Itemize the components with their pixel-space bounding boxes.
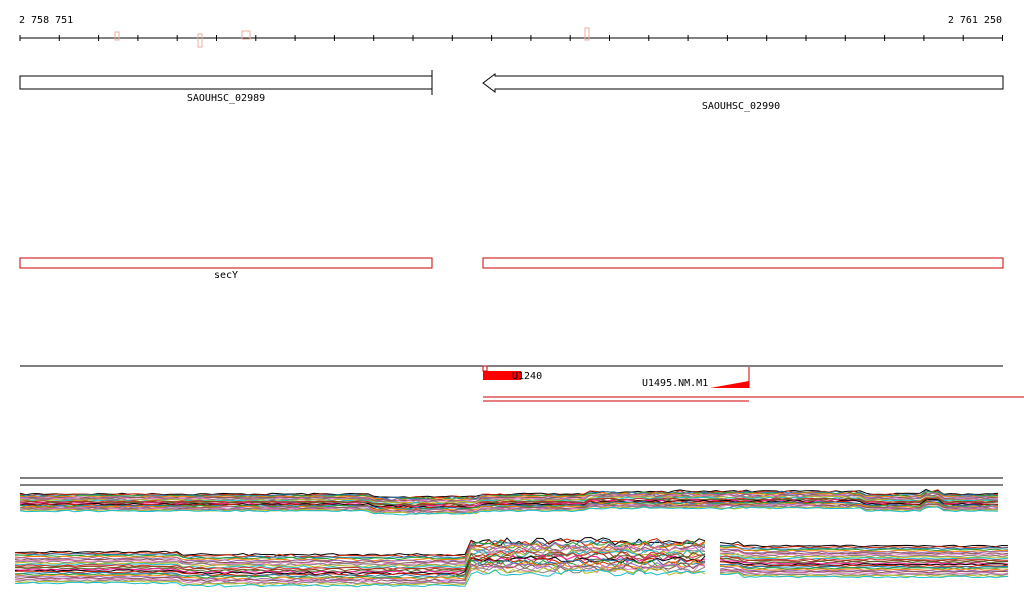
feature-track: U1240 U1495.NM.M1 [20, 365, 1024, 402]
feature-label: U1240 [512, 371, 542, 382]
annotation-label: secY [214, 270, 238, 281]
coordinate-ruler: 2 758 751 2 761 250 [19, 15, 1003, 48]
gene-SAOUHSC_02989[interactable]: SAOUHSC_02989 [19, 70, 433, 104]
feature-U1240[interactable]: U1240 [482, 365, 542, 382]
gene-track: SAOUHSC_02989 SAOUHSC_02990 [19, 70, 1004, 112]
ruler-end-label: 2 761 250 [948, 15, 1002, 26]
gene-arrow-forward[interactable] [19, 70, 433, 95]
gene-SAOUHSC_02990[interactable]: SAOUHSC_02990 [482, 73, 1004, 112]
feature-label: U1495.NM.M1 [642, 378, 708, 389]
coverage-lines [19, 488, 999, 516]
annotation-box[interactable] [482, 257, 1004, 269]
coverage-track-bottom [14, 536, 1009, 588]
gene-label: SAOUHSC_02990 [702, 101, 780, 112]
ruler-start-label: 2 758 751 [19, 15, 73, 26]
annotation-secY[interactable] [19, 257, 433, 269]
annotation-track: secY [19, 257, 1004, 281]
genome-browser-view: 2 758 751 2 761 250 SAOUHSC_02989 SAOUHS… [14, 15, 1024, 588]
feature-U1495.NM.M1[interactable]: U1495.NM.M1 [642, 367, 750, 389]
gene-arrow-reverse[interactable] [482, 73, 1004, 93]
ruler-marker [114, 31, 120, 41]
ruler-marker [197, 33, 203, 48]
gene-label: SAOUHSC_02989 [187, 93, 265, 104]
feature-marker [482, 365, 488, 372]
coverage-lines [719, 541, 1009, 579]
coverage-track-top [19, 477, 1003, 516]
coverage-lines [14, 536, 706, 588]
coverage-line [719, 541, 1009, 548]
feature-wedge[interactable] [710, 381, 749, 388]
